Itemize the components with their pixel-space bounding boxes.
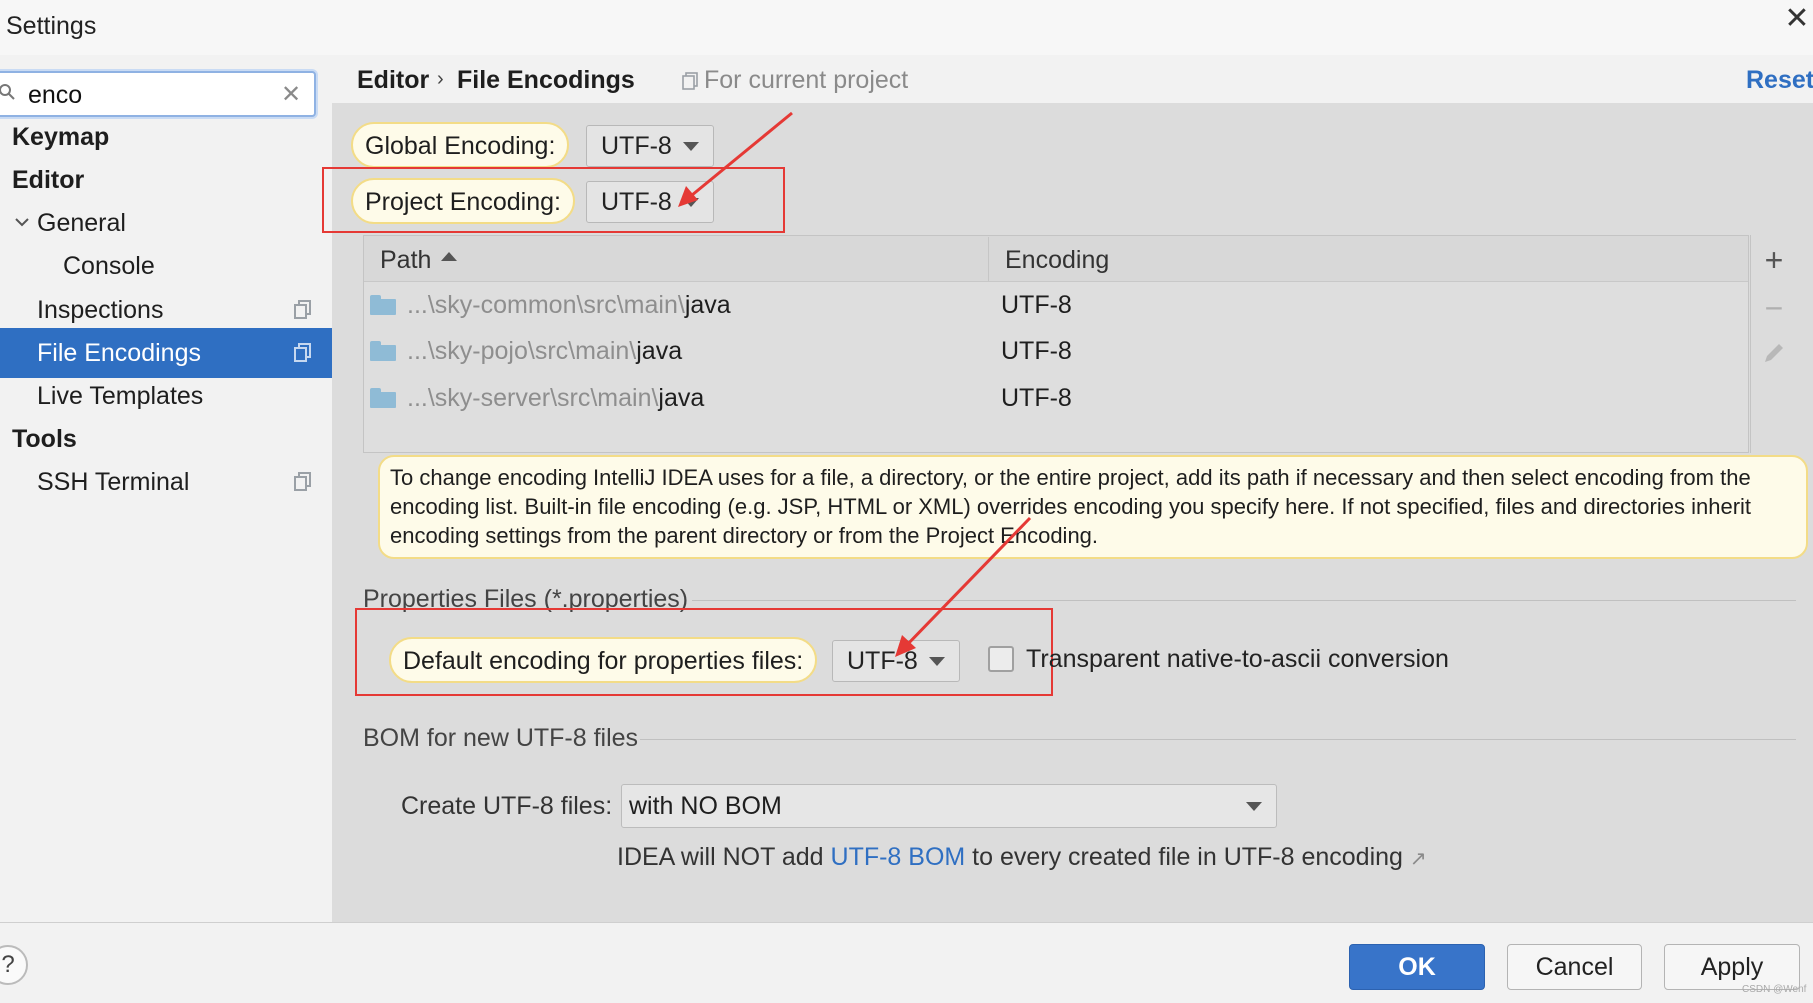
sidebar-item-label: Console <box>63 252 155 280</box>
breadcrumb-editor: Editor <box>357 66 430 94</box>
search-input[interactable] <box>28 78 278 112</box>
title-bar <box>0 0 1813 55</box>
search-icon <box>0 82 18 110</box>
dropdown-arrow-icon <box>683 142 699 151</box>
sidebar-item-label: SSH Terminal <box>37 468 190 496</box>
breadcrumb-file-encodings: File Encodings <box>457 66 635 94</box>
breadcrumb-separator-icon: › <box>437 68 444 90</box>
path-cell: ...\sky-common\src\main\java <box>407 291 731 319</box>
column-header-path[interactable]: Path <box>380 246 431 275</box>
global-encoding-combo[interactable]: UTF-8 <box>586 125 714 167</box>
transparent-conversion-checkbox[interactable] <box>988 646 1014 672</box>
annotation-highlight-box <box>355 608 1053 696</box>
column-divider <box>988 237 989 281</box>
global-encoding-label: Global Encoding: <box>351 122 570 168</box>
bom-note: IDEA will NOT add UTF-8 BOM to every cre… <box>617 843 1427 872</box>
project-scope-icon <box>682 72 698 90</box>
encoding-cell: UTF-8 <box>1001 337 1072 365</box>
project-scope-icon <box>294 343 312 363</box>
encoding-help-tooltip: To change encoding IntelliJ IDEA uses fo… <box>378 455 1808 559</box>
path-cell: ...\sky-server\src\main\java <box>407 384 705 412</box>
scope-label: For current project <box>704 66 909 94</box>
ok-button[interactable]: OK <box>1349 944 1485 990</box>
close-icon[interactable]: ✕ <box>1782 4 1812 34</box>
project-scope-icon <box>294 300 312 320</box>
section-divider <box>692 600 1796 601</box>
column-header-encoding[interactable]: Encoding <box>1005 246 1109 275</box>
path-cell: ...\sky-pojo\src\main\java <box>407 337 683 365</box>
section-divider <box>640 739 1796 740</box>
sidebar-item-ssh-terminal[interactable]: SSH Terminal <box>0 457 332 507</box>
folder-icon <box>370 295 396 315</box>
transparent-conversion-label[interactable]: Transparent native-to-ascii conversion <box>1026 645 1449 674</box>
table-row[interactable]: ...\sky-pojo\src\main\java UTF-8 <box>364 329 1748 375</box>
bom-note-text: IDEA will NOT add <box>617 843 831 871</box>
bom-option-combo[interactable]: with NO BOM <box>621 784 1277 828</box>
add-icon[interactable]: + <box>1756 242 1792 278</box>
reset-link[interactable]: Reset <box>1746 66 1813 95</box>
folder-icon <box>370 388 396 408</box>
project-scope-icon <box>294 472 312 492</box>
table-row[interactable]: ...\sky-common\src\main\java UTF-8 <box>364 283 1748 329</box>
utf8-bom-link[interactable]: UTF-8 BOM <box>831 843 966 871</box>
bom-note-text: to every created file in UTF-8 encoding <box>965 843 1403 871</box>
annotation-highlight-box <box>322 167 785 233</box>
global-encoding-value: UTF-8 <box>601 132 672 160</box>
create-utf8-label: Create UTF-8 files: <box>401 792 613 820</box>
cancel-button[interactable]: Cancel <box>1507 944 1642 990</box>
external-link-icon[interactable]: ↗ <box>1410 848 1427 870</box>
clear-search-icon[interactable]: ✕ <box>278 78 304 112</box>
dropdown-arrow-icon <box>1246 802 1262 811</box>
remove-icon[interactable]: − <box>1756 290 1792 326</box>
encoding-cell: UTF-8 <box>1001 291 1072 319</box>
watermark: CSDN @Wenf <box>1742 984 1807 995</box>
window-title: Settings <box>6 12 97 40</box>
edit-icon[interactable] <box>1756 338 1792 374</box>
bom-section-title: BOM for new UTF-8 files <box>363 724 639 752</box>
sidebar-item-console[interactable]: Console <box>0 241 332 291</box>
table-row[interactable]: ...\sky-server\src\main\java UTF-8 <box>364 376 1748 422</box>
bom-option-value: with NO BOM <box>629 792 782 820</box>
folder-icon <box>370 341 396 361</box>
sort-ascending-icon <box>441 252 457 261</box>
encoding-cell: UTF-8 <box>1001 384 1072 412</box>
